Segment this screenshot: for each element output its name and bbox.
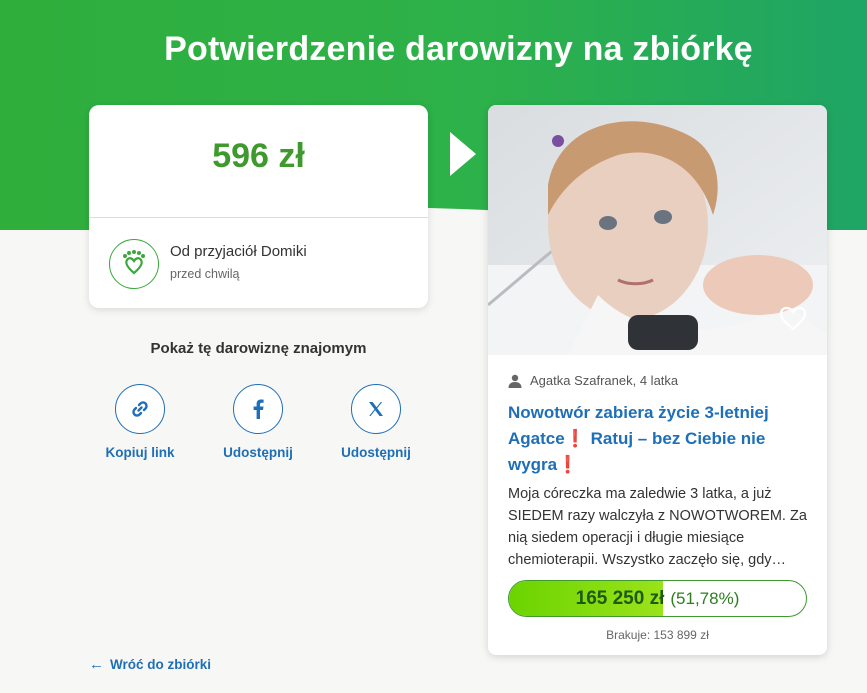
donation-card: 596 zł Od przyjaciół Domiki przed chwilą [89,105,428,308]
copy-link-button[interactable]: Kopiuj link [90,384,190,460]
fundraiser-photo[interactable] [488,105,827,355]
facebook-share-button[interactable]: Udostępnij [208,384,308,460]
person-icon [508,374,522,388]
arrow-right-icon [450,132,476,176]
exclamation-icon: ❗ [564,429,586,448]
link-icon [132,401,148,417]
divider [89,217,428,218]
donation-amount: 596 zł [212,137,305,175]
raised-percent: (51,78%) [670,588,740,608]
donor-name: Od przyjaciół Domiki [170,243,307,260]
fundraiser-description: Moja córeczka ma zaledwie 3 latka, a już… [508,486,807,568]
heart-hands-icon [123,250,145,275]
share-circle[interactable] [115,384,165,434]
arrow-left-icon: ← [89,656,104,673]
page-title: Potwierdzenie darowizny na zbiórkę [164,30,753,68]
share-circle[interactable] [351,384,401,434]
fundraiser-card[interactable]: Agatka Szafranek, 4 latka Nowotwór zabie… [488,105,827,655]
donor-avatar [109,239,159,289]
facebook-icon [253,399,264,419]
owner-label: Agatka Szafranek, 4 latka [530,373,679,388]
exclamation-icon: ❗ [557,455,579,474]
x-share-button[interactable]: Udostępnij [326,384,426,460]
fundraiser-owner: Agatka Szafranek, 4 latka [508,373,678,388]
share-title: Pokaż tę darowiznę znajomym [150,340,367,357]
raised-amount: 165 250 zł [575,587,665,609]
x-share-label[interactable]: Udostępnij [326,445,426,460]
progress-bar: 165 250 zł (51,78%) [508,580,807,617]
copy-link-label[interactable]: Kopiuj link [90,445,190,460]
fundraiser-title[interactable]: Nowotwór zabiera życie 3-letniej Agatce❗… [508,400,808,478]
x-icon [369,402,383,416]
donation-time: przed chwilą [170,267,240,281]
facebook-share-label[interactable]: Udostępnij [208,445,308,460]
favorite-heart-icon[interactable] [779,305,807,333]
back-to-fundraiser-link[interactable]: ← Wróć do zbiórki [89,656,211,673]
progress-text: 165 250 zł (51,78%) [509,581,806,616]
back-link-label[interactable]: Wróć do zbiórki [110,657,211,672]
share-circle[interactable] [233,384,283,434]
missing-amount: Brakuje: 153 899 zł [606,628,709,642]
